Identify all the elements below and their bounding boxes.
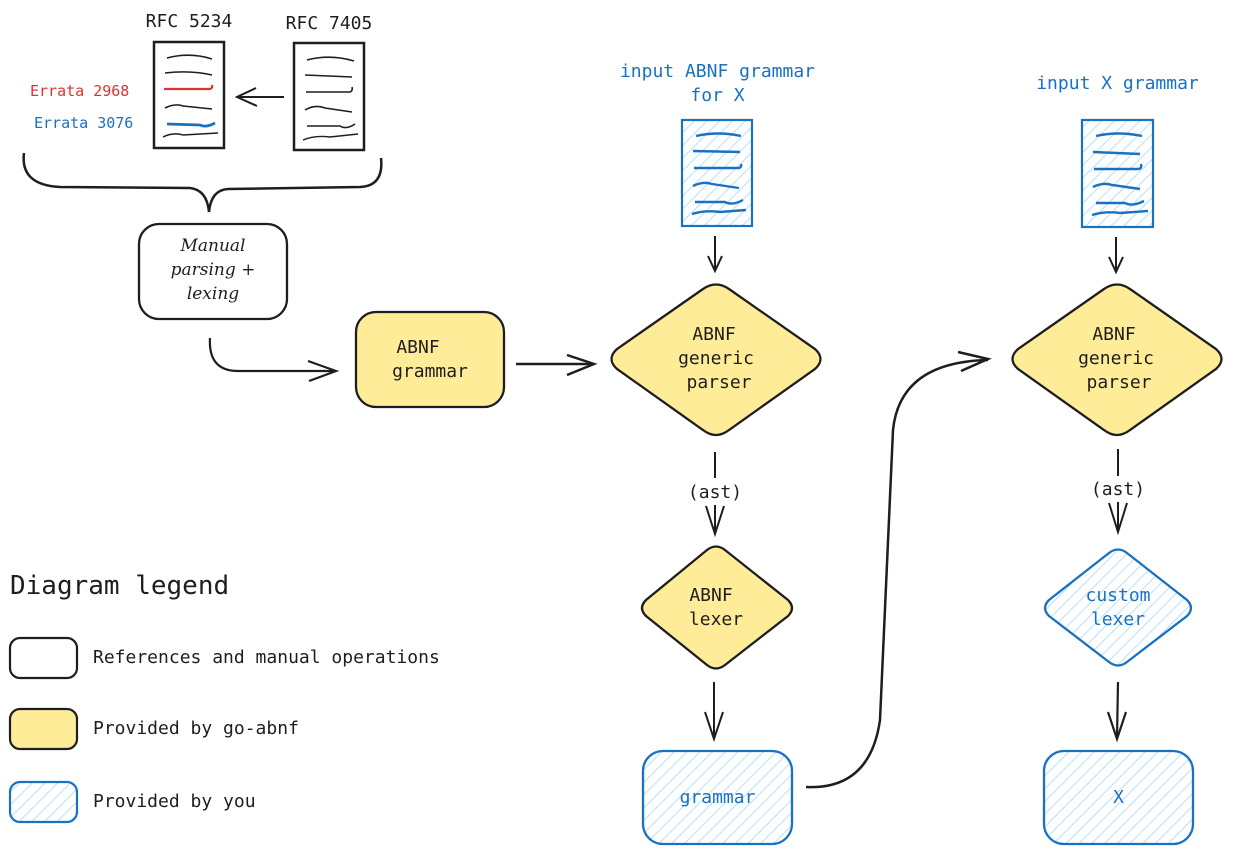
rfc-7405-document-icon (292, 41, 366, 152)
legend-title: Diagram legend (10, 571, 230, 601)
abnf-generic-parser-1-label: ABNF generic parser (678, 324, 754, 393)
rfc-5234-document-icon (152, 40, 226, 150)
input-x-grammar-title: input X grammar (1036, 73, 1199, 94)
legend-item-go-abnf: Provided by go-abnf (93, 718, 299, 739)
arrow-abnf-grammar-to-parser (516, 353, 598, 377)
ast-label-2: (ast) (1078, 478, 1158, 502)
abnf-generic-parser-2-label: ABNF generic parser (1078, 324, 1154, 393)
errata-3076-label: Errata 3076 (34, 114, 134, 132)
arrow-rfc7405-to-rfc5234 (234, 87, 284, 107)
legend-item-references: References and manual operations (93, 647, 440, 668)
input-x-grammar-document-icon (1080, 118, 1155, 229)
input-abnf-grammar-title: input ABNF grammar for X (619, 61, 816, 106)
curly-brace-icon (22, 152, 383, 213)
custom-lexer-label: custom lexer (1085, 585, 1151, 630)
input-abnf-grammar-document-icon (680, 118, 754, 228)
x-output-label: X (1113, 787, 1124, 808)
legend-swatch-plain (8, 636, 79, 680)
rfc-7405-label: RFC 7405 (285, 13, 373, 34)
manual-parsing-label: Manual parsing + lexing (170, 236, 256, 304)
legend-item-you: Provided by you (93, 791, 256, 812)
abnf-grammar-label: ABNF grammar (392, 337, 468, 382)
arrow-lexer-to-grammar (704, 682, 724, 743)
arrow-manual-to-abnf-grammar (208, 337, 340, 383)
arrow-input-to-parser-1 (707, 236, 723, 274)
errata-2968-label: Errata 2968 (30, 82, 130, 100)
ast-label-1: (ast) (675, 481, 755, 505)
arrow-input-x-to-parser-2 (1108, 237, 1124, 275)
arrow-grammar-to-parser-2 (805, 350, 992, 789)
grammar-output-label: grammar (679, 787, 756, 808)
arrow-custom-lexer-to-x (1106, 681, 1128, 743)
abnf-lexer-label: ABNF lexer (688, 585, 744, 630)
rfc-5234-label: RFC 5234 (145, 11, 233, 32)
legend-swatch-hatched-blue (8, 780, 79, 824)
legend-swatch-yellow (8, 707, 79, 751)
